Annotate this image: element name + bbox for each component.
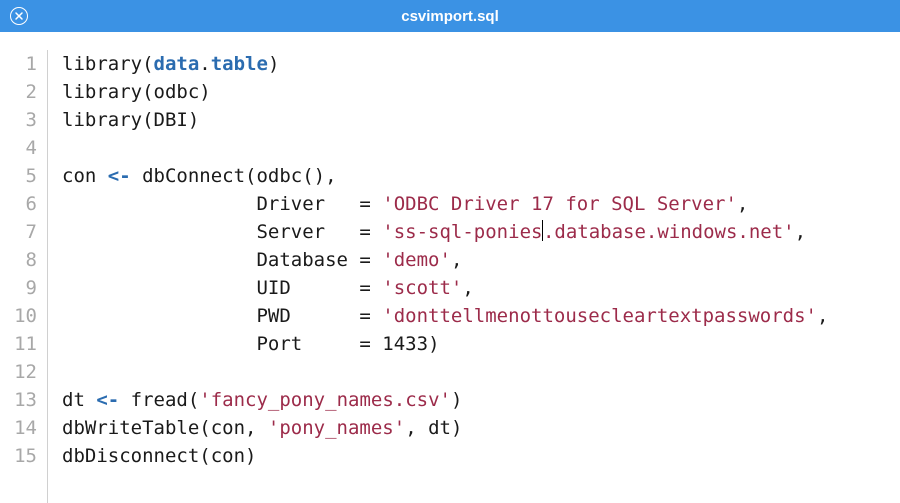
code-line[interactable] [62,358,828,386]
code-token: library(odbc) [62,81,211,103]
code-area[interactable]: library(data.table) library(odbc) library(… [48,50,828,503]
code-token: 'pony_names' [268,417,405,439]
line-number: 4 [0,134,37,162]
line-number: 8 [0,246,37,274]
code-line[interactable]: Driver = 'ODBC Driver 17 for SQL Server'… [62,190,828,218]
code-token: . [199,53,210,75]
line-number: 14 [0,414,37,442]
code-token: 1433 [382,333,428,355]
code-token: PWD = [62,305,382,327]
line-number: 9 [0,274,37,302]
line-number: 3 [0,106,37,134]
line-number: 12 [0,358,37,386]
code-token: dbDisconnect(con) [62,445,256,467]
close-button[interactable] [10,7,28,25]
code-token: , dt) [405,417,462,439]
code-token: ) [451,389,462,411]
line-number-gutter: 123456789101112131415 [0,50,48,503]
code-token: .database.windows.net' [543,221,795,243]
line-number: 10 [0,302,37,330]
code-token: ) [428,333,439,355]
titlebar: csvimport.sql [0,0,900,32]
code-line[interactable]: Port = 1433) [62,330,828,358]
code-token: , [737,193,748,215]
code-token: ) [268,53,279,75]
line-number: 2 [0,78,37,106]
line-number: 5 [0,162,37,190]
code-token: 'donttellmenottousecleartextpasswords' [382,305,817,327]
code-line[interactable]: library(odbc) [62,78,828,106]
code-line[interactable]: dbDisconnect(con) [62,442,828,470]
close-icon [14,11,24,21]
code-line[interactable]: dt <- fread('fancy_pony_names.csv') [62,386,828,414]
line-number: 11 [0,330,37,358]
editor: 123456789101112131415 library(data.table… [0,32,900,503]
code-token: Driver = [62,193,382,215]
code-token: UID = [62,277,382,299]
code-token: 'ss-sql-ponies [382,221,542,243]
code-token: , [795,221,806,243]
code-token: table [211,53,268,75]
line-number: 6 [0,190,37,218]
code-token: 'fancy_pony_names.csv' [199,389,451,411]
code-token: , [451,249,462,271]
code-line[interactable]: UID = 'scott', [62,274,828,302]
line-number: 13 [0,386,37,414]
line-number: 1 [0,50,37,78]
code-line[interactable]: con <- dbConnect(odbc(), [62,162,828,190]
code-line[interactable]: Database = 'demo', [62,246,828,274]
code-token: data [154,53,200,75]
code-line[interactable]: library(data.table) [62,50,828,78]
code-token: 'scott' [382,277,462,299]
code-token: library(DBI) [62,109,199,131]
code-token: , [817,305,828,327]
code-token: dbWriteTable(con, [62,417,268,439]
code-token: library( [62,53,154,75]
code-token: 'ODBC Driver 17 for SQL Server' [382,193,737,215]
code-token: dt [62,389,96,411]
code-token: , [462,277,473,299]
code-token: con [62,165,108,187]
code-token: dbConnect(odbc(), [131,165,337,187]
code-token: <- [96,389,119,411]
code-token: fread( [119,389,199,411]
code-line[interactable]: Server = 'ss-sql-ponies.database.windows… [62,218,828,246]
code-line[interactable] [62,134,828,162]
file-title: csvimport.sql [28,8,890,25]
code-token: 'demo' [382,249,451,271]
line-number: 7 [0,218,37,246]
code-token: Server = [62,221,382,243]
code-token: Port = [62,333,382,355]
line-number: 15 [0,442,37,470]
code-token: Database = [62,249,382,271]
code-line[interactable]: library(DBI) [62,106,828,134]
code-line[interactable]: PWD = 'donttellmenottousecleartextpasswo… [62,302,828,330]
code-token: <- [108,165,131,187]
code-line[interactable]: dbWriteTable(con, 'pony_names', dt) [62,414,828,442]
